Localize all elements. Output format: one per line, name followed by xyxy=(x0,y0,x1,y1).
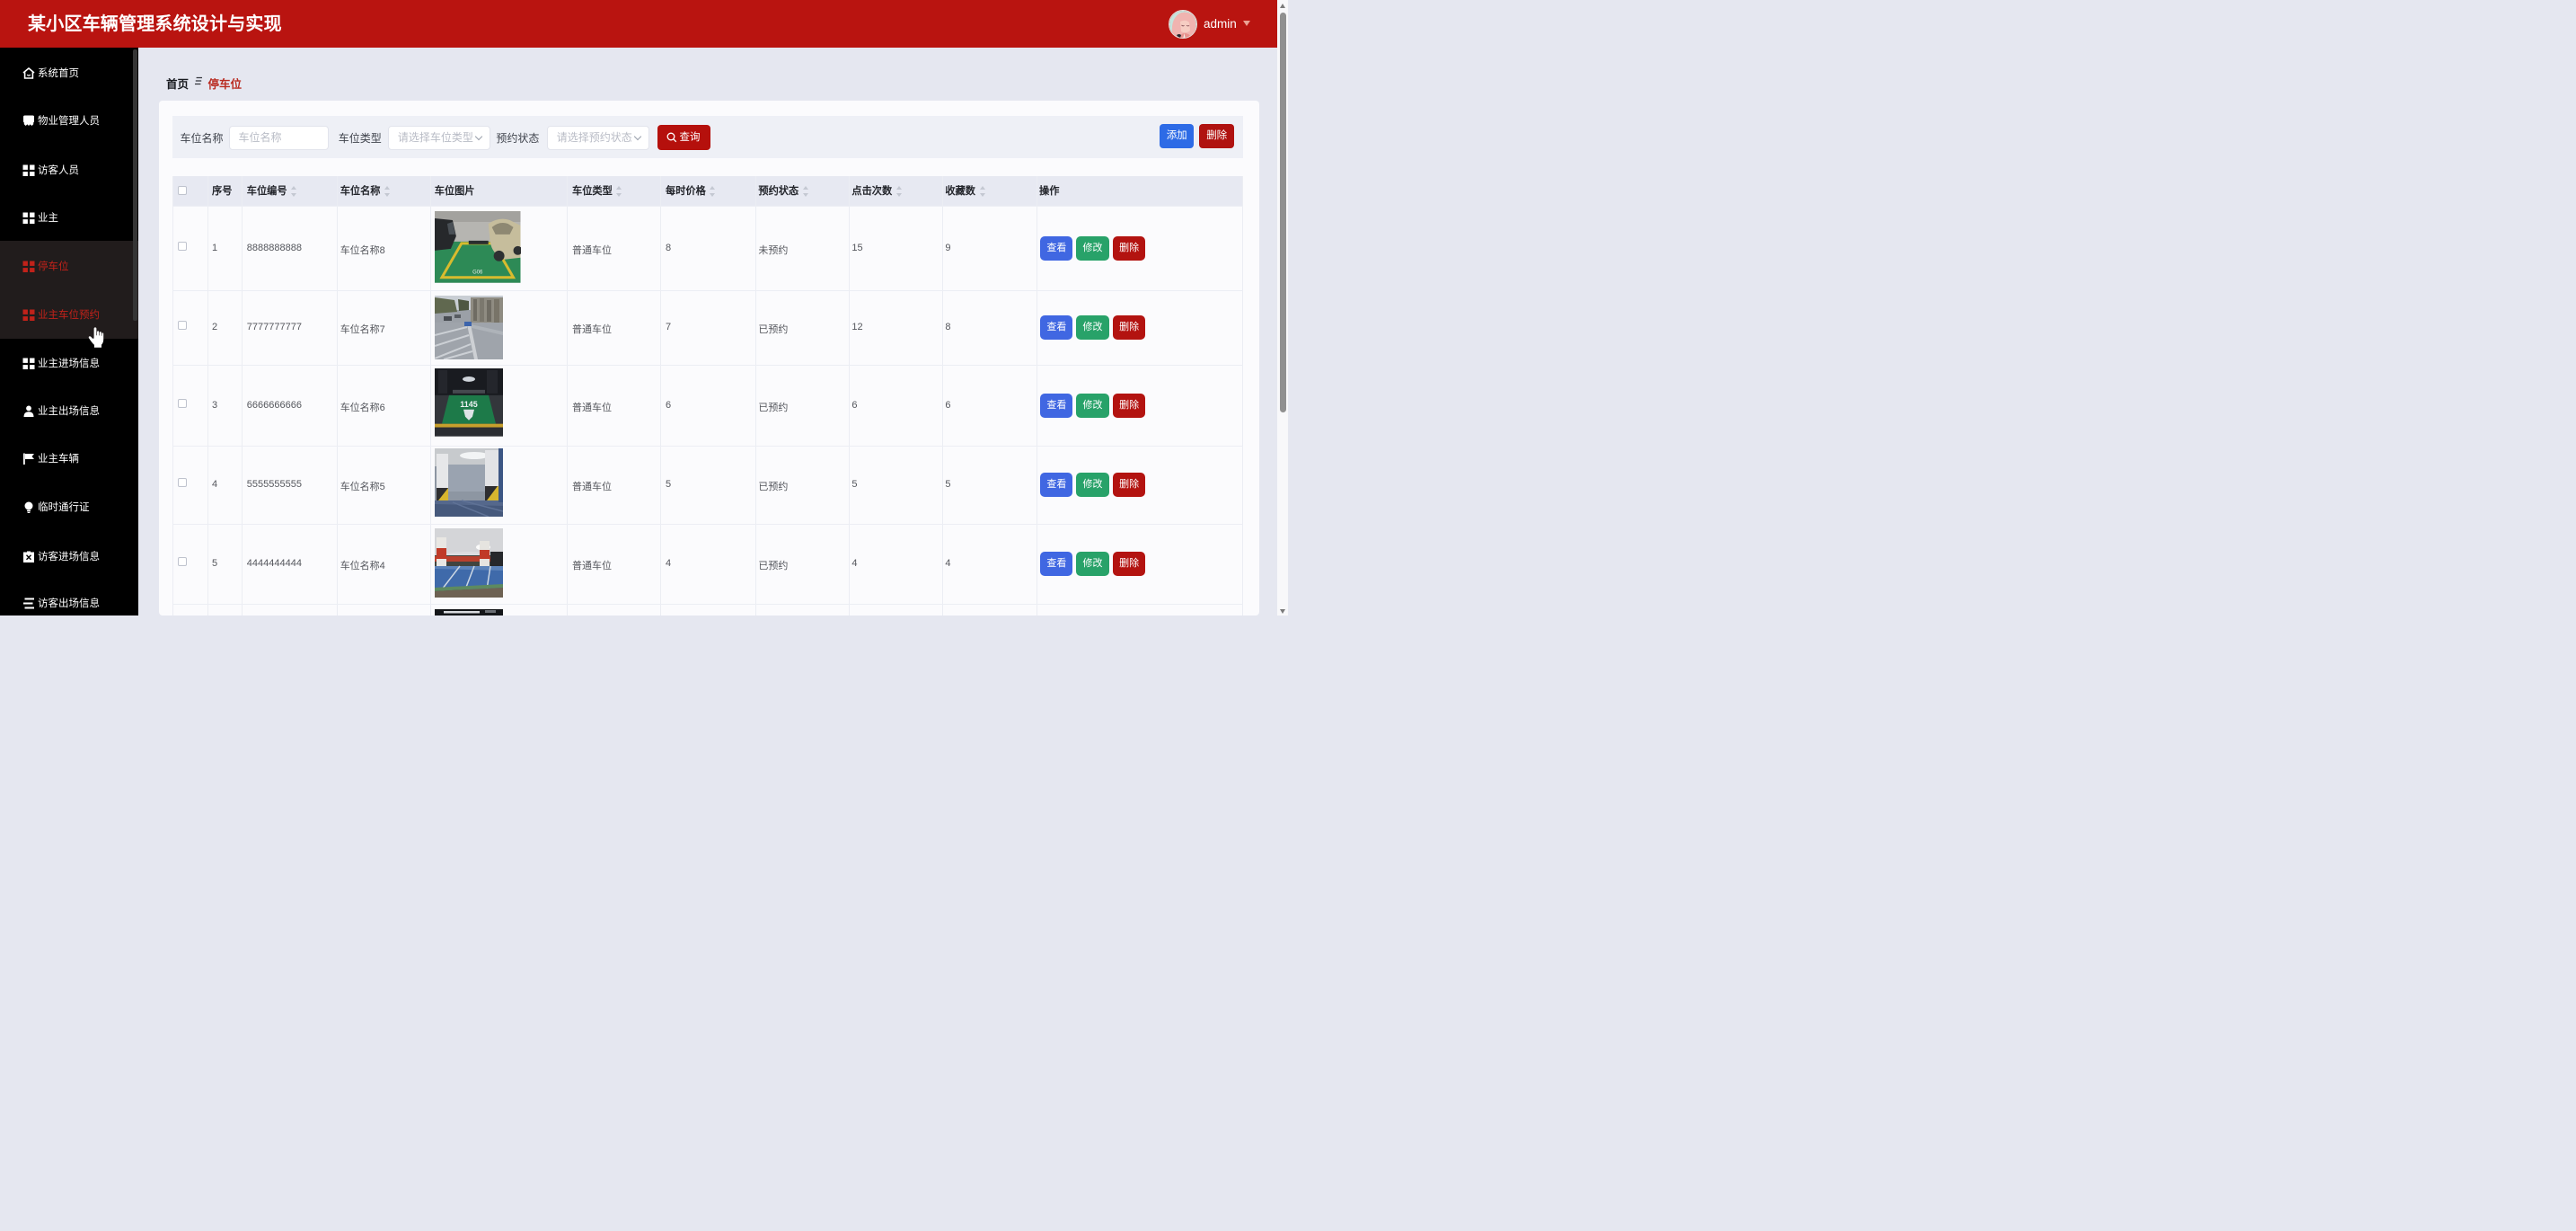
svg-text:1145: 1145 xyxy=(460,400,478,409)
svg-text:G06: G06 xyxy=(472,270,483,276)
